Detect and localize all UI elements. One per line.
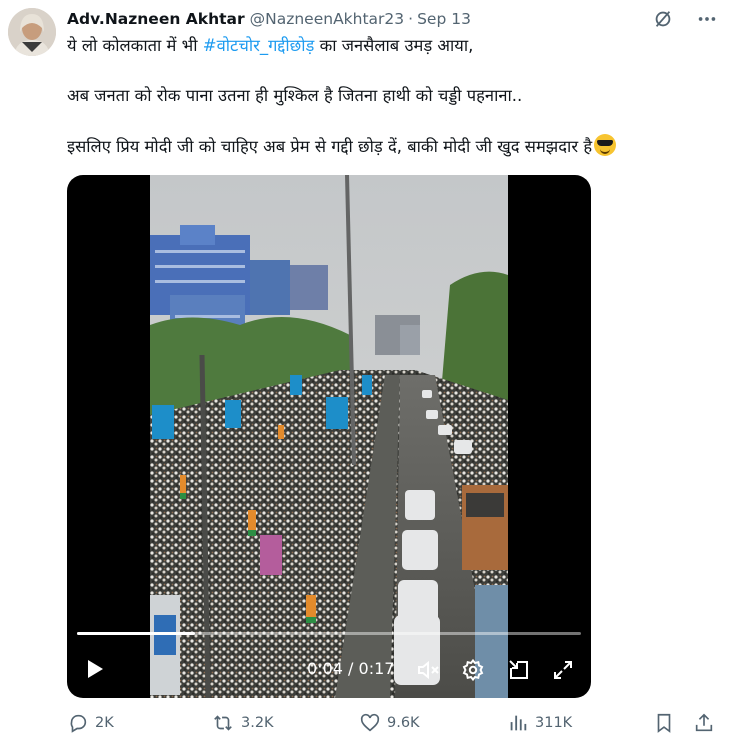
- video-duration: 0:17: [358, 659, 395, 678]
- views-icon: [510, 715, 527, 731]
- repost-button[interactable]: 3.2K: [211, 712, 274, 734]
- repost-count: 3.2K: [241, 715, 274, 731]
- fullscreen-icon[interactable]: [550, 657, 576, 683]
- video-frame[interactable]: [150, 175, 508, 698]
- bookmark-icon: [657, 713, 671, 733]
- repost-icon: [214, 715, 232, 731]
- video-time: 0:04 / 0:17: [307, 659, 394, 678]
- video-current-time: 0:04: [307, 659, 343, 678]
- reply-button[interactable]: 2K: [67, 712, 114, 734]
- share-button[interactable]: [693, 712, 721, 734]
- like-button[interactable]: 9.6K: [359, 712, 420, 734]
- tweet-header: Adv.Nazneen Akhtar @NazneenAkhtar23 · Se…: [67, 8, 471, 30]
- line1-prefix: ये लो कोलकाता में भी: [67, 36, 203, 55]
- line3-text: इसलिए प्रिय मोदी जी को चाहिए अब प्रेम से…: [67, 137, 593, 156]
- tweet-text-line-2: अब जनता को रोक पाना उतना ही मुश्किल है ज…: [67, 86, 523, 105]
- avatar-image: [8, 8, 56, 56]
- video-time-separator: /: [348, 659, 354, 678]
- settings-icon[interactable]: [460, 657, 486, 683]
- separator-dot: ·: [408, 10, 414, 28]
- tweet-text-line-1: ये लो कोलकाता में भी #वोटचोर_गद्दीछोड़ क…: [67, 34, 717, 58]
- video-progress-fill: [77, 632, 196, 635]
- like-icon: [360, 713, 380, 732]
- video-player[interactable]: 0:04 / 0:17: [67, 175, 591, 698]
- reply-icon: [70, 714, 87, 733]
- tweet-date[interactable]: Sep 13: [417, 10, 471, 28]
- reply-count: 2K: [95, 715, 114, 731]
- video-controls: 0:04 / 0:17: [67, 655, 591, 685]
- play-icon[interactable]: [83, 657, 107, 681]
- sunglasses-emoji-icon: [594, 134, 617, 156]
- crowd-scene-image: [150, 175, 508, 698]
- tweet-action-bar: 2K 3.2K 9.6K 311K: [67, 712, 717, 740]
- share-icon: [695, 713, 713, 732]
- hashtag-link[interactable]: #वोटचोर_गद्दीछोड़: [203, 36, 315, 55]
- bookmark-button[interactable]: [653, 712, 681, 734]
- avatar[interactable]: [8, 8, 56, 56]
- like-count: 9.6K: [387, 715, 420, 731]
- video-progress-bar[interactable]: [77, 632, 581, 635]
- author-name[interactable]: Adv.Nazneen Akhtar: [67, 10, 245, 28]
- views-count: 311K: [535, 715, 573, 731]
- tweet-text-line-3: इसलिए प्रिय मोदी जी को चाहिए अब प्रेम से…: [67, 134, 717, 159]
- more-icon[interactable]: [696, 8, 718, 30]
- views-button[interactable]: 311K: [507, 712, 572, 734]
- grok-icon[interactable]: [652, 8, 674, 30]
- tweet-top-icons: [652, 8, 718, 30]
- line1-suffix: का जनसैलाब उमड़ आया,: [314, 36, 474, 55]
- author-handle[interactable]: @NazneenAkhtar23: [250, 10, 405, 28]
- pip-icon[interactable]: [506, 657, 532, 683]
- tweet-text: ये लो कोलकाता में भी #वोटचोर_गद्दीछोड़ क…: [67, 34, 717, 159]
- mute-icon[interactable]: [415, 657, 441, 683]
